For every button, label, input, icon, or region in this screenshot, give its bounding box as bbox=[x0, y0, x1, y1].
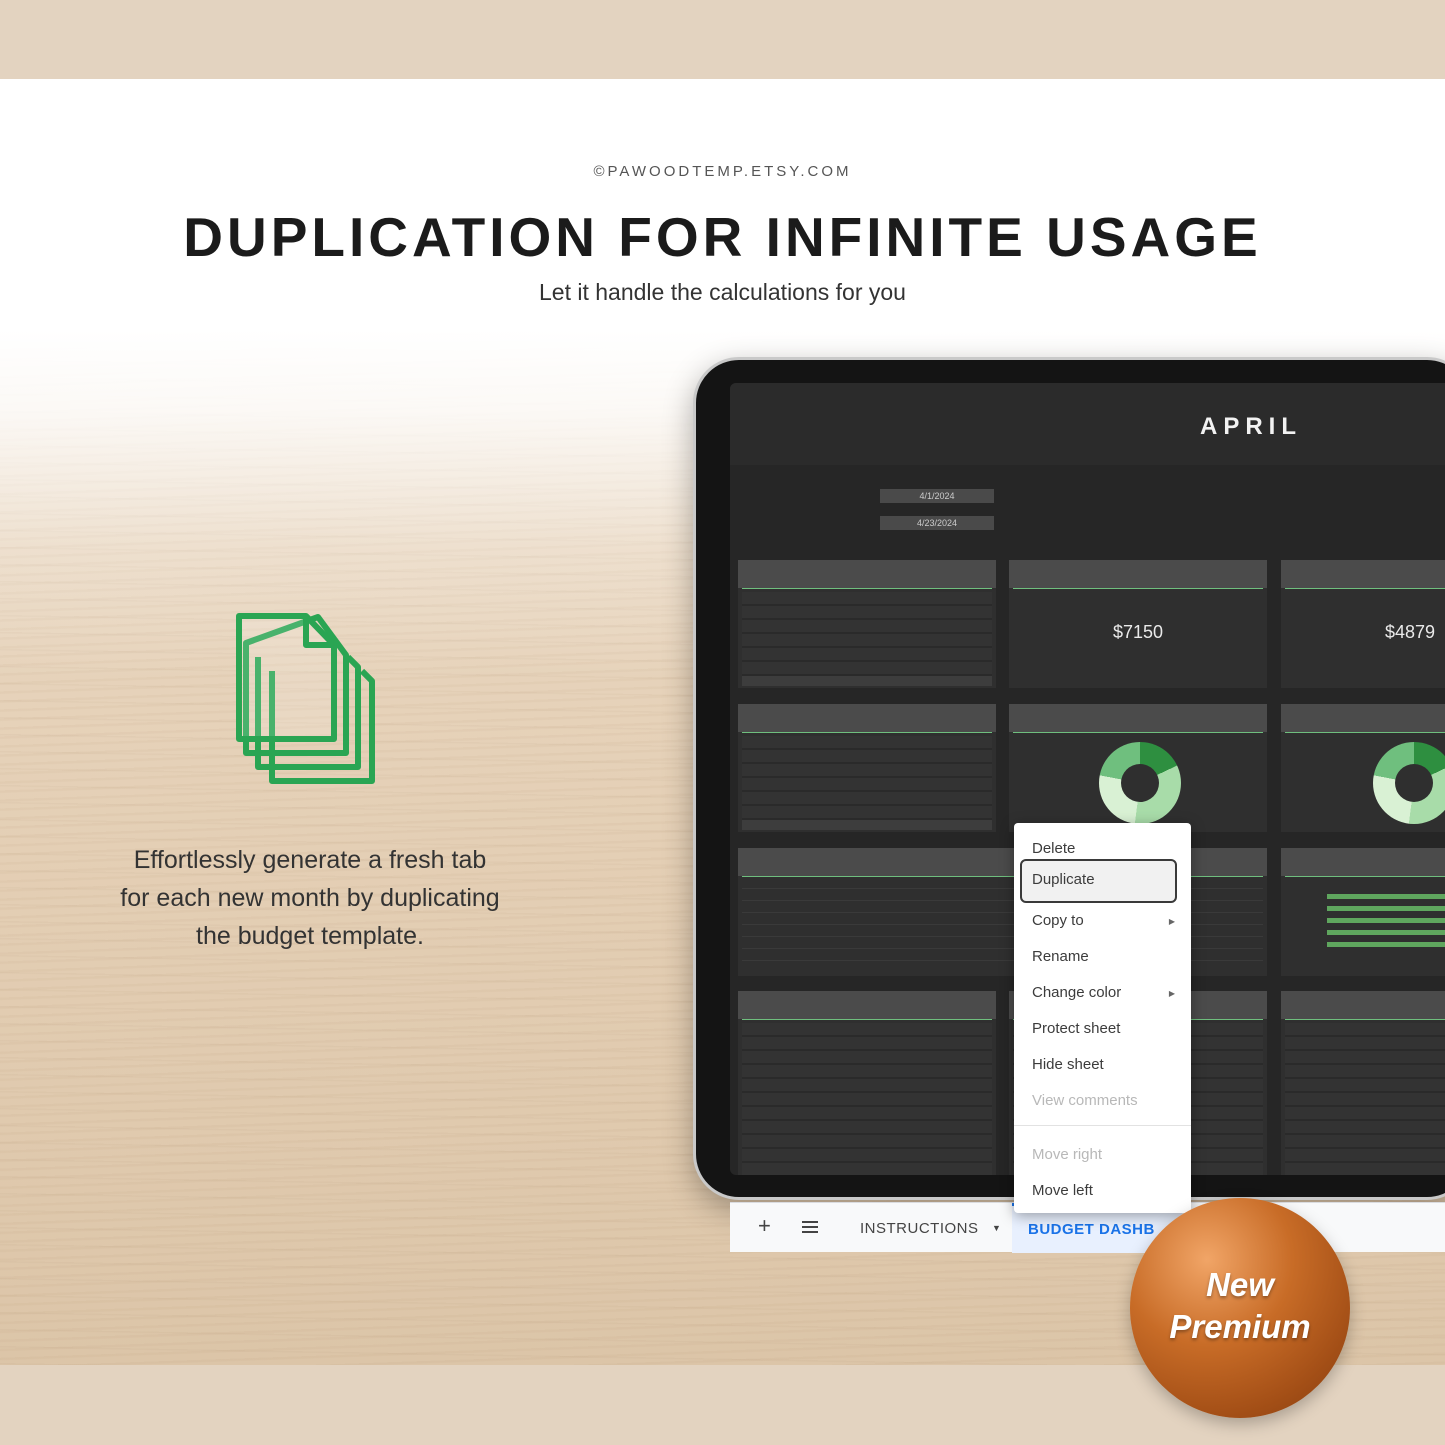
description-line: the budget template. bbox=[196, 922, 424, 950]
income-summary-panel bbox=[738, 704, 996, 832]
panel-divider bbox=[1285, 876, 1445, 877]
income-donut-chart bbox=[1099, 742, 1181, 824]
subheadline: Let it handle the calculations for you bbox=[539, 279, 906, 305]
badge-line-premium: Premium bbox=[1169, 1308, 1311, 1345]
panel-header bbox=[1281, 991, 1445, 1019]
top-band bbox=[0, 0, 1445, 79]
panel-header bbox=[738, 991, 996, 1019]
menu-item-view-comments: View comments bbox=[1032, 1092, 1138, 1109]
description-line: for each new month by duplicating bbox=[120, 884, 500, 912]
start-date-field[interactable]: 4/1/2024 bbox=[880, 489, 994, 503]
panel-divider bbox=[1285, 588, 1445, 589]
menu-item-duplicate[interactable]: Duplicate bbox=[1020, 859, 1177, 903]
menu-item-duplicate-label: Duplicate bbox=[1032, 871, 1095, 888]
income-breakdown-panel bbox=[1009, 704, 1267, 832]
chevron-down-icon[interactable]: ▼ bbox=[992, 1223, 1001, 1233]
copy-documents-icon bbox=[236, 613, 375, 784]
panel-header bbox=[1009, 704, 1267, 732]
panel-divider bbox=[1285, 732, 1445, 733]
table-rows bbox=[742, 592, 992, 684]
list-icon[interactable] bbox=[802, 1221, 818, 1233]
panel-header bbox=[1281, 704, 1445, 732]
chevron-right-icon: ▶ bbox=[1168, 917, 1175, 926]
dashboard-header: 4/1/2024 4/23/2024 APRIL bbox=[730, 383, 1445, 530]
panel-divider bbox=[742, 1019, 992, 1020]
menu-item-change-color[interactable]: Change color bbox=[1032, 984, 1121, 1001]
savings-tracker-panel bbox=[1281, 991, 1445, 1175]
end-date-field[interactable]: 4/23/2024 bbox=[880, 516, 994, 530]
panel-divider bbox=[742, 732, 992, 733]
chevron-right-icon: ▶ bbox=[1168, 989, 1175, 998]
bar-chart-panel bbox=[1281, 848, 1445, 976]
total-expenses-value: $4879 bbox=[1384, 622, 1436, 642]
description-line: Effortlessly generate a fresh tab bbox=[133, 846, 487, 874]
menu-item-rename[interactable]: Rename bbox=[1032, 948, 1089, 965]
panel-header bbox=[738, 560, 996, 588]
copyright-text: ©PAWOODTEMP.ETSY.COM bbox=[593, 163, 852, 180]
horizontal-bars bbox=[1327, 894, 1445, 954]
panel-header bbox=[1281, 560, 1445, 588]
panel-header bbox=[1281, 848, 1445, 876]
sheet-context-menu: Delete Duplicate Copy to ▶ Rename Change… bbox=[1014, 823, 1191, 1213]
headline: DUPLICATION FOR INFINITE USAGE bbox=[183, 206, 1262, 268]
menu-divider bbox=[1014, 1125, 1191, 1126]
tab-budget-dashboard-label: BUDGET DASHB bbox=[1028, 1221, 1155, 1238]
panel-divider bbox=[1013, 588, 1263, 589]
panel-divider bbox=[742, 588, 992, 589]
expense-donut-chart bbox=[1373, 742, 1445, 824]
tab-instructions[interactable]: INSTRUCTIONS bbox=[860, 1220, 979, 1237]
panel-header bbox=[738, 704, 996, 732]
table-rows bbox=[742, 736, 992, 828]
panel-divider bbox=[1013, 732, 1263, 733]
cashflow-summary-panel bbox=[738, 560, 996, 688]
panel-header bbox=[1009, 560, 1267, 588]
table-rows bbox=[1285, 1023, 1445, 1175]
total-income-value: $7150 bbox=[1112, 622, 1164, 642]
menu-item-hide-sheet[interactable]: Hide sheet bbox=[1032, 1056, 1104, 1073]
panel-divider bbox=[1285, 1019, 1445, 1020]
plus-icon[interactable]: + bbox=[758, 1213, 771, 1239]
total-row bbox=[742, 820, 992, 830]
expense-breakdown-panel bbox=[1281, 704, 1445, 832]
premium-badge: New Premium bbox=[1130, 1198, 1350, 1418]
bill-tracker-panel bbox=[738, 991, 996, 1175]
table-rows bbox=[742, 1023, 992, 1175]
month-title: APRIL bbox=[1200, 413, 1302, 440]
menu-item-move-left[interactable]: Move left bbox=[1032, 1182, 1093, 1199]
badge-line-new: New bbox=[1206, 1266, 1274, 1303]
menu-item-protect-sheet[interactable]: Protect sheet bbox=[1032, 1020, 1120, 1037]
total-income-panel: $7150 bbox=[1009, 560, 1267, 688]
menu-item-move-right: Move right bbox=[1032, 1146, 1103, 1163]
menu-item-copy-to-label: Copy to bbox=[1032, 912, 1084, 929]
total-expenses-panel: $4879 bbox=[1281, 560, 1445, 688]
menu-item-delete[interactable]: Delete bbox=[1032, 840, 1075, 857]
description: Effortlessly generate a fresh tab for ea… bbox=[60, 841, 560, 955]
total-row bbox=[742, 676, 992, 686]
